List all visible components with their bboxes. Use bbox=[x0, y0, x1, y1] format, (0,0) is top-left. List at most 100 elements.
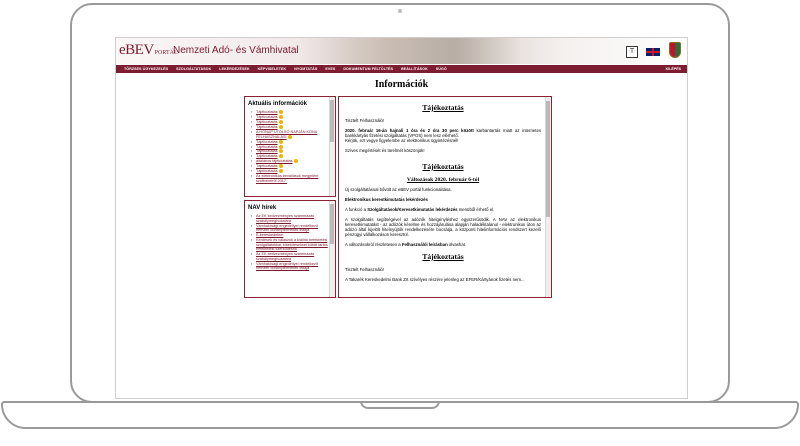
section-subheading: Változások 2020. február 6-tól bbox=[406, 177, 480, 183]
feature-title: Elektronikus kerestkimutatás lekérdezés bbox=[345, 197, 428, 202]
laptop-notch bbox=[360, 401, 440, 409]
list-item[interactable]: Kérdések és válaszok a kiállító befektet… bbox=[251, 238, 329, 252]
nav-item-beallitasok[interactable]: BEÁLLÍTÁSOK bbox=[401, 67, 428, 71]
content-scrollbar[interactable] bbox=[545, 97, 551, 297]
list-item-label: Tájékoztatás bbox=[256, 154, 278, 159]
list-item[interactable]: Tájékoztatás bbox=[251, 124, 329, 130]
user-guide-a: A változásokról részletesen a bbox=[345, 242, 402, 247]
nav-item-lekerdezesek[interactable]: LEKÉRDEZÉSEK bbox=[219, 67, 249, 71]
list-item-label: A HÓNAP UTOLSÓ NAPJÁN KONA FELHASZNÁLÁSI bbox=[256, 129, 318, 139]
new-service-text: Új szolgáltatással bővült az eBEV portál… bbox=[345, 187, 452, 192]
section-heading: Tájékoztatás bbox=[422, 162, 464, 171]
list-item-label: Tájékoztatás bbox=[256, 124, 278, 129]
list-item-label: általános tájékoztatás bbox=[256, 159, 293, 164]
list-item-label: Vámhatósági engedéllyel rendelkező nemze… bbox=[256, 223, 319, 233]
new-badge-icon bbox=[278, 110, 283, 114]
scroll-thumb[interactable] bbox=[330, 204, 334, 244]
thanks-text: Szíves megértését és türelmét köszönjük! bbox=[345, 148, 425, 153]
list-item[interactable]: A HÓNAP UTOLSÓ NAPJÁN KONA FELHASZNÁLÁSI bbox=[251, 130, 329, 139]
list-item[interactable]: Az EK kedvezményes számmázás szabálymegh… bbox=[251, 252, 329, 261]
list-item-label: Tájékoztatás bbox=[256, 119, 278, 124]
new-badge-icon bbox=[278, 119, 283, 124]
new-badge-icon bbox=[278, 154, 283, 159]
list-item-label: Az EK kedvezményes számmázás szabálymegh… bbox=[256, 214, 315, 223]
nav-item-sugo[interactable]: SÚGÓ bbox=[436, 67, 447, 71]
nav-item-kepviseletek[interactable]: KÉPVISELETEK bbox=[258, 67, 287, 71]
partial-text: A Takarék Kereskedelmi Bank Zrt szívélye… bbox=[345, 277, 525, 282]
current-info-scrollbar[interactable] bbox=[329, 97, 335, 196]
list-item[interactable]: Tájékoztatás bbox=[251, 114, 329, 120]
new-badge-icon bbox=[278, 139, 283, 144]
list-item-label: Tájékoztatás bbox=[256, 114, 278, 119]
info-content-panel[interactable]: Tájékoztatás Tisztelt Felhasználó! 2020.… bbox=[338, 96, 552, 298]
new-badge-icon bbox=[278, 149, 283, 154]
list-item-label: Tájékoztatás bbox=[256, 110, 278, 114]
scroll-thumb[interactable] bbox=[546, 101, 550, 217]
list-item[interactable]: Az EK kedvezményes számmázás szabálymegh… bbox=[251, 214, 329, 223]
site-header: eBEVPORTÁL Nemzeti Adó- és Vámhivatal T bbox=[116, 38, 687, 64]
list-item-label: Tájékoztatás bbox=[256, 164, 278, 169]
nav-news-panel[interactable]: NAV hírek Az EK kedvezményes számmázás s… bbox=[244, 200, 336, 298]
list-item-label: Tájékoztatás bbox=[256, 169, 278, 174]
nav-item-dokumentum[interactable]: DOKUMENTUM FELTÖLTÉS bbox=[343, 67, 393, 71]
list-item[interactable]: Vámhatósági engedéllyel rendelkező nemze… bbox=[251, 224, 329, 233]
hungarian-crest-icon bbox=[669, 42, 681, 58]
nav-news-list: Az EK kedvezményes számmázás szabálymegh… bbox=[245, 214, 335, 271]
site-title: Nemzeti Adó- és Vámhivatal bbox=[173, 45, 299, 56]
current-info-title: Aktuális információk bbox=[248, 101, 308, 107]
list-item[interactable]: Tájékoztatás bbox=[251, 144, 329, 150]
current-info-panel[interactable]: Aktuális információk TájékoztatásTájékoz… bbox=[244, 96, 336, 197]
list-item-label: E-kereskedelem bbox=[256, 233, 284, 238]
greeting-text: Tisztelt Felhasználó! bbox=[345, 118, 385, 123]
current-info-list: TájékoztatásTájékoztatásTájékoztatásTájé… bbox=[245, 110, 335, 184]
user-guide-link[interactable]: Felhasználói leírásban bbox=[402, 242, 448, 247]
new-badge-icon bbox=[278, 144, 283, 149]
list-item[interactable]: E-kereskedelem bbox=[251, 233, 329, 238]
new-badge-icon bbox=[278, 114, 283, 119]
ebev-logo[interactable]: eBEVPORTÁL bbox=[119, 41, 178, 59]
user-guide-text: A változásokról részletesen a Felhasznál… bbox=[345, 242, 541, 247]
nav-news-title: NAV hírek bbox=[248, 205, 277, 211]
list-item-label: Vámhatósági engedéllyel rendelkező nemze… bbox=[256, 261, 319, 271]
list-item[interactable]: Tájékoztatás bbox=[251, 149, 329, 154]
nav-item-eves[interactable]: EVES bbox=[325, 67, 335, 71]
mobile-icon[interactable]: T bbox=[626, 46, 638, 58]
user-guide-c: olvashat. bbox=[447, 242, 467, 247]
list-item-label: Az elektronikus bevallások megjelent szo… bbox=[256, 174, 319, 183]
main-nav: TÖRZSES ÜGYKEZELÉS SZOLGÁLTATÁSOK LEKÉRD… bbox=[116, 65, 687, 73]
uk-flag-icon[interactable] bbox=[646, 48, 660, 56]
list-item[interactable]: Tájékoztatás bbox=[251, 164, 329, 169]
feature-menu-c: menüből érhető el. bbox=[457, 207, 495, 212]
list-item[interactable]: Tájékoztatás bbox=[251, 110, 329, 115]
greeting-text: Tisztelt Felhasználó! bbox=[345, 267, 385, 272]
nav-item-nyomtatas[interactable]: NYOMTATÁS bbox=[294, 67, 317, 71]
header-banner-image bbox=[296, 38, 521, 64]
camera-icon bbox=[398, 9, 402, 13]
list-item[interactable]: Tájékoztatás bbox=[251, 154, 329, 159]
nav-item-szolgaltatasok[interactable]: SZOLGÁLTATÁSOK bbox=[176, 67, 211, 71]
browser-screen: eBEVPORTÁL Nemzeti Adó- és Vámhivatal T … bbox=[115, 37, 688, 399]
list-item-label: Tájékoztatás bbox=[256, 144, 278, 149]
feature-menu-text: A funkció a Szolgáltatások/Keresetkimuta… bbox=[345, 207, 541, 212]
list-item[interactable]: Vámhatósági engedéllyel rendelkező nemze… bbox=[251, 262, 329, 271]
feature-description: A szolgáltatás segítségével az adózók hi… bbox=[345, 217, 541, 237]
list-item-label: Tájékoztatás bbox=[256, 139, 278, 144]
list-item[interactable]: Tájékoztatás bbox=[251, 119, 329, 125]
list-item[interactable]: Tájékoztatás bbox=[251, 169, 329, 174]
list-item[interactable]: Az elektronikus bevallások megjelent szo… bbox=[251, 174, 329, 183]
nav-item-torzses[interactable]: TÖRZSES ÜGYKEZELÉS bbox=[124, 67, 168, 71]
maintenance-text: 2020. február 16-án hajnali 1 óra és 2 ó… bbox=[345, 128, 541, 143]
maintenance-line2: Kérjük, ezt vegye figyelembe az elektron… bbox=[345, 138, 459, 143]
scroll-thumb[interactable] bbox=[330, 100, 334, 142]
list-item-label: Tájékoztatás bbox=[256, 149, 278, 154]
new-badge-icon bbox=[287, 134, 292, 139]
new-badge-icon bbox=[293, 159, 298, 164]
info-content: Tájékoztatás Tisztelt Felhasználó! 2020.… bbox=[339, 97, 551, 282]
new-badge-icon bbox=[278, 164, 283, 169]
logo-main: eBEV bbox=[119, 42, 154, 58]
list-item[interactable]: általános tájékoztatás bbox=[251, 159, 329, 164]
list-item[interactable]: Tájékoztatás bbox=[251, 139, 329, 145]
logout-link[interactable]: KILÉPÉS bbox=[666, 67, 681, 71]
nav-news-scrollbar[interactable] bbox=[329, 201, 335, 297]
section-heading: Tájékoztatás bbox=[422, 103, 464, 112]
